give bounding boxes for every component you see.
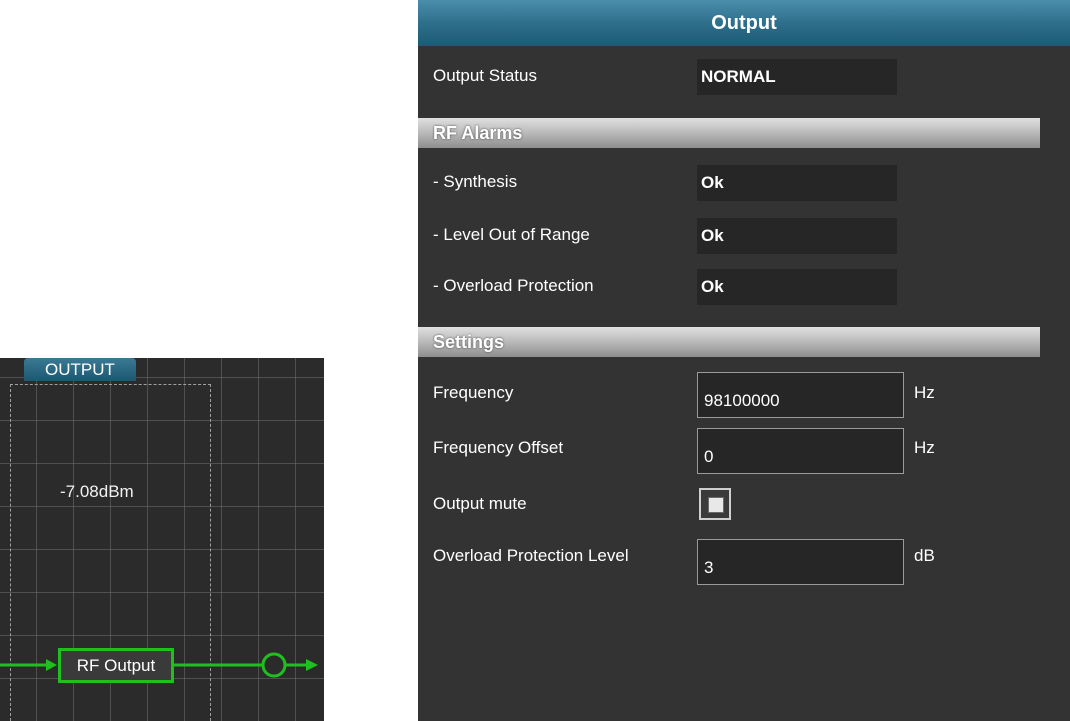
frequency-offset-input[interactable] [697, 428, 904, 474]
output-mute-checkbox[interactable] [699, 488, 731, 520]
panel-title: Output [418, 0, 1070, 46]
output-connector-icon [261, 652, 287, 678]
signal-flow-diagram: OUTPUT -7.08dBm RF Output [0, 358, 324, 721]
frequency-label: Frequency [433, 383, 514, 402]
output-panel: Output Output Status NORMAL RF Alarms - … [418, 0, 1070, 721]
output-status-value: NORMAL [697, 59, 897, 95]
output-status-label: Output Status [433, 66, 537, 85]
frequency-offset-label: Frequency Offset [433, 438, 564, 457]
frequency-input[interactable] [697, 372, 904, 418]
settings-heading: Settings [418, 327, 1040, 357]
overload-protection-level-label: Overload Protection Level [433, 546, 629, 565]
input-arrow-icon [46, 659, 57, 671]
level-out-of-range-value: Ok [697, 218, 897, 254]
overload-protection-label: - Overload Protection [433, 276, 594, 295]
level-out-of-range-label: - Level Out of Range [433, 225, 590, 244]
synthesis-label: - Synthesis [433, 172, 518, 191]
overload-protection-value: Ok [697, 269, 897, 305]
rf-output-block[interactable]: RF Output [58, 648, 174, 683]
output-arrow-icon [306, 659, 318, 671]
synthesis-value: Ok [697, 165, 897, 201]
frequency-unit: Hz [914, 383, 935, 402]
rf-alarms-heading: RF Alarms [418, 118, 1040, 148]
overload-protection-level-input[interactable] [697, 539, 904, 585]
output-mute-label: Output mute [433, 494, 527, 513]
frequency-offset-unit: Hz [914, 438, 935, 457]
overload-protection-level-unit: dB [914, 546, 935, 565]
checkbox-square-icon [708, 497, 724, 513]
